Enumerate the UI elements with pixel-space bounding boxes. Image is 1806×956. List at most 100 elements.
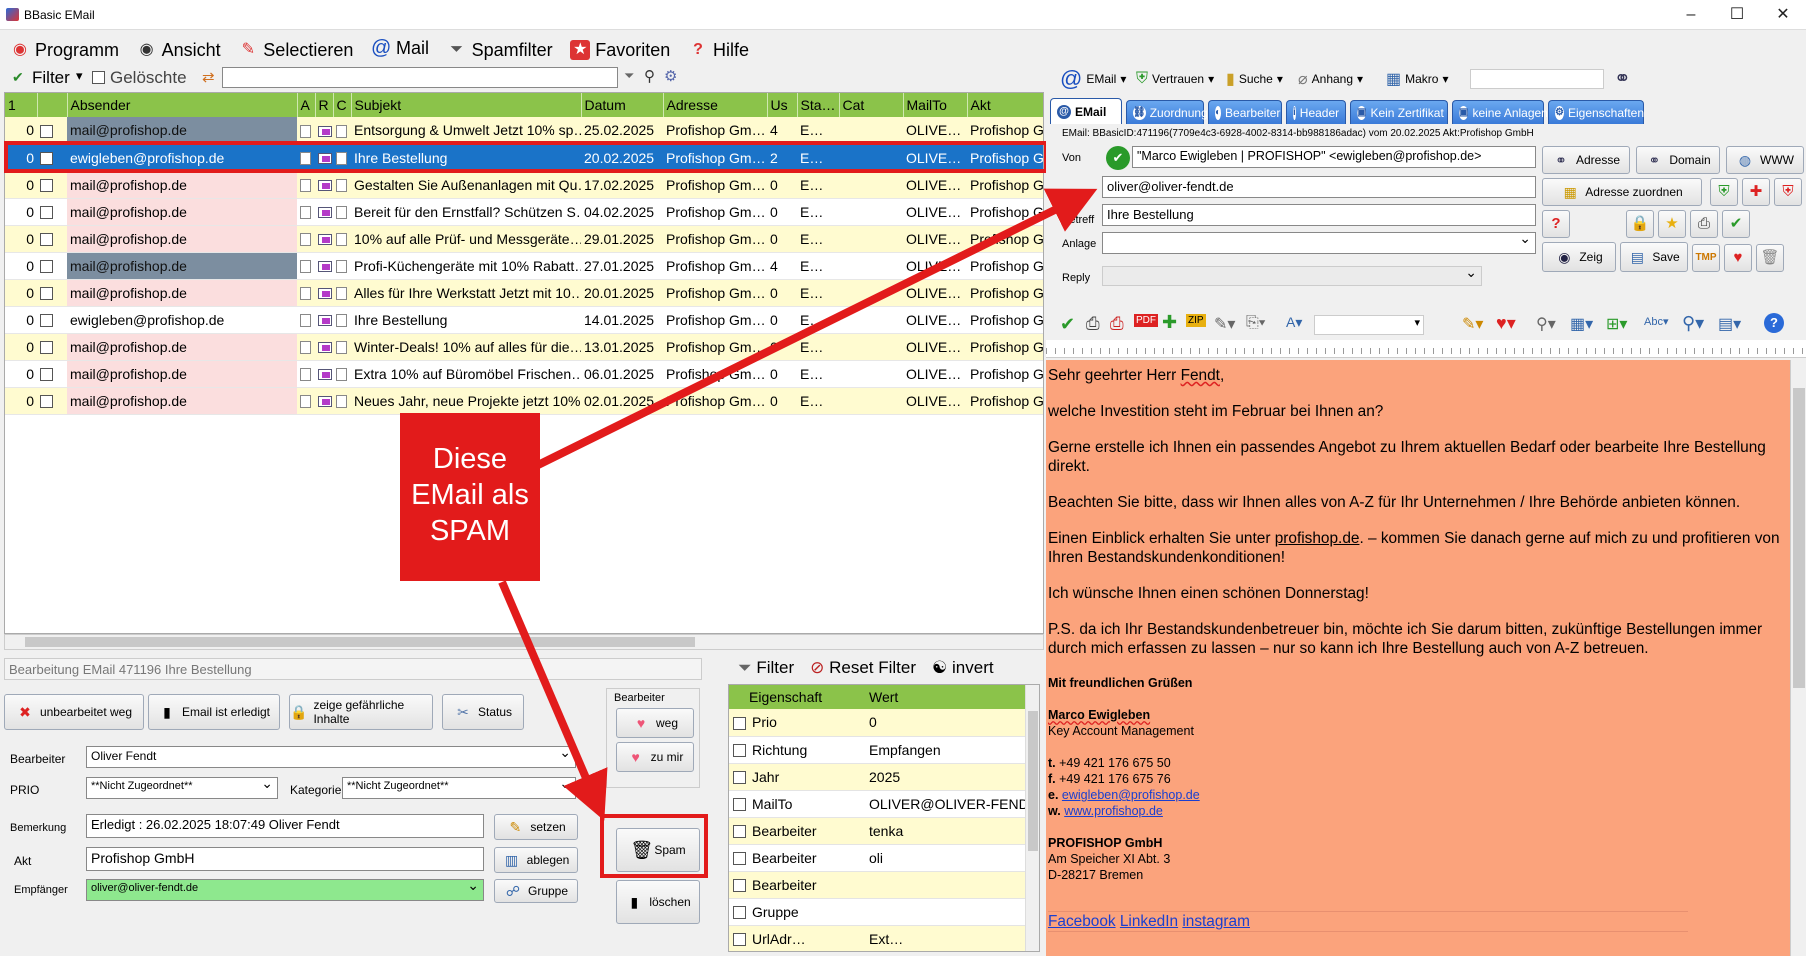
row-select-cell[interactable] bbox=[37, 252, 67, 280]
page-icon[interactable]: ▤▾ bbox=[1718, 314, 1741, 334]
font-select[interactable]: ▾ bbox=[1314, 315, 1424, 335]
tab-bearbeiter[interactable]: ◐ Bearbeiter bbox=[1208, 100, 1282, 124]
erledigt-button[interactable]: ▮ Email ist erledigt bbox=[148, 694, 280, 730]
property-row[interactable]: Prio 0 bbox=[729, 709, 1025, 737]
domain-button[interactable]: ⚭ Domain bbox=[1636, 146, 1720, 174]
star-icon[interactable]: ★ bbox=[1658, 210, 1686, 238]
row-checkbox[interactable] bbox=[40, 125, 53, 139]
search-icon[interactable]: ⚲ bbox=[644, 67, 655, 85]
von-field[interactable]: "Marco Ewigleben | PROFISHOP" <ewigleben… bbox=[1132, 146, 1536, 168]
property-row[interactable]: MailTo OLIVER@OLIVER-FENDT.DE bbox=[729, 790, 1025, 818]
setzen-button[interactable]: ✎ setzen bbox=[494, 814, 578, 840]
linkedin-link[interactable]: LinkedIn bbox=[1120, 913, 1178, 930]
binoculars-icon[interactable]: ⚭ bbox=[1614, 66, 1631, 91]
toolbar-search-input[interactable] bbox=[1470, 69, 1604, 89]
row-select-cell[interactable] bbox=[37, 333, 67, 361]
help-icon[interactable]: ? bbox=[1764, 313, 1784, 333]
row-select-cell[interactable] bbox=[37, 279, 67, 307]
edit-doc-icon[interactable]: ✎▾ bbox=[1214, 314, 1235, 334]
email-menu[interactable]: @ EMail ▾ bbox=[1060, 64, 1126, 94]
print-preview-icon[interactable]: ⎙ bbox=[1110, 314, 1124, 334]
gruppe-button[interactable]: ☍ Gruppe bbox=[494, 879, 578, 903]
betreff-field[interactable]: Ihre Bestellung bbox=[1102, 204, 1536, 226]
insert-doc-icon[interactable]: ⎘▾ bbox=[1246, 314, 1266, 332]
trust-plus-icon[interactable]: ✚ bbox=[1742, 178, 1770, 206]
makro-menu[interactable]: ▦ Makro ▾ bbox=[1386, 64, 1449, 94]
row-checkbox[interactable] bbox=[40, 368, 53, 382]
prio-select[interactable]: **Nicht Zugeordnet** bbox=[86, 777, 278, 799]
property-checkbox[interactable] bbox=[733, 798, 746, 812]
adresse-zuordnen-button[interactable]: ▦ Adresse zuordnen bbox=[1542, 178, 1702, 206]
anhang-menu[interactable]: ⌀ Anhang ▾ bbox=[1298, 64, 1363, 94]
bearbeiter-select[interactable]: Oliver Fendt bbox=[86, 746, 576, 768]
props-scrollbar[interactable] bbox=[1025, 685, 1039, 951]
question-icon[interactable]: ? bbox=[1542, 210, 1570, 238]
property-checkbox[interactable] bbox=[733, 906, 746, 920]
row-select-cell[interactable] bbox=[37, 387, 67, 415]
bemerkung-field[interactable]: Erledigt : 26.02.2025 18:07:49 Oliver Fe… bbox=[86, 814, 484, 838]
check-icon[interactable]: ✔ bbox=[1722, 210, 1750, 238]
reply-select[interactable] bbox=[1102, 266, 1482, 286]
profishop-link[interactable]: profishop.de bbox=[1275, 530, 1360, 547]
property-row[interactable]: Richtung Empfangen bbox=[729, 736, 1025, 764]
kategorie-select[interactable]: **Nicht Zugeordnet** bbox=[342, 777, 576, 799]
font-icon[interactable]: A▾ bbox=[1286, 314, 1302, 331]
property-row[interactable]: Bearbeiter oli bbox=[729, 844, 1025, 872]
table-row[interactable]: 0 mail@profishop.de Gestalten Sie Außenanl… bbox=[5, 171, 1043, 199]
akt-field[interactable]: Profishop GmbH bbox=[86, 847, 484, 871]
col-header[interactable]: Us bbox=[767, 93, 798, 117]
heart-icon[interactable]: ♥▾ bbox=[1496, 313, 1516, 334]
adresse-button[interactable]: ⚭ Adresse bbox=[1542, 146, 1630, 174]
col-header[interactable]: C bbox=[333, 93, 352, 117]
instagram-link[interactable]: instagram bbox=[1182, 913, 1250, 930]
col-header[interactable]: Subjekt bbox=[351, 93, 582, 117]
loeschen-button[interactable]: ▮ löschen bbox=[616, 880, 700, 924]
property-checkbox[interactable] bbox=[733, 744, 746, 758]
email-link[interactable]: ewigleben@profishop.de bbox=[1062, 788, 1200, 802]
property-row[interactable]: Bearbeiter tenka bbox=[729, 817, 1025, 845]
save-button[interactable]: ▤ Save bbox=[1620, 242, 1688, 272]
search-icon[interactable]: ⚲▾ bbox=[1536, 314, 1556, 334]
row-checkbox[interactable] bbox=[40, 179, 53, 193]
col-header[interactable]: R bbox=[315, 93, 334, 117]
col-header[interactable]: 1 bbox=[5, 93, 38, 117]
prop-filter[interactable]: ⏷ Filter bbox=[738, 658, 794, 678]
row-checkbox[interactable] bbox=[40, 341, 53, 355]
tab-kein-zertifikat[interactable]: ▣ Kein Zertifikat bbox=[1350, 100, 1448, 124]
property-checkbox[interactable] bbox=[733, 933, 746, 947]
row-checkbox[interactable] bbox=[40, 314, 53, 328]
table-row[interactable]: 0 mail@profishop.de Neues Jahr, neue Proje… bbox=[5, 387, 1043, 415]
email-body[interactable]: Sehr geehrter Herr Fendt, welche Investi… bbox=[1046, 360, 1790, 956]
refresh-icon[interactable]: ⇄ bbox=[202, 68, 215, 86]
property-checkbox[interactable] bbox=[733, 852, 746, 866]
table-row[interactable]: 0 ewigleben@profishop.de Ihre Bestellung 14… bbox=[5, 306, 1043, 334]
check-icon[interactable]: ✔ bbox=[1060, 314, 1075, 335]
row-checkbox[interactable] bbox=[40, 260, 53, 274]
col-header[interactable]: Sta… bbox=[797, 93, 840, 117]
www-button[interactable]: ◍ WWW bbox=[1726, 146, 1804, 174]
suche-menu[interactable]: ▮ Suche ▾ bbox=[1226, 64, 1283, 94]
web-link[interactable]: www.profishop.de bbox=[1064, 804, 1163, 818]
an-field[interactable]: oliver@oliver-fendt.de bbox=[1102, 176, 1536, 198]
heart-icon[interactable]: ♥ bbox=[1724, 244, 1752, 272]
property-row[interactable]: Jahr 2025 bbox=[729, 763, 1025, 791]
scrollbar-thumb[interactable] bbox=[25, 637, 695, 647]
tab-keine-anlagen[interactable]: ▣ keine Anlagen bbox=[1452, 100, 1548, 124]
empfaenger-select[interactable]: oliver@oliver-fendt.de bbox=[86, 879, 484, 901]
zumir-button[interactable]: ♥ zu mir bbox=[616, 742, 694, 772]
funnel-icon[interactable]: ⏷ bbox=[624, 68, 634, 84]
weg-button[interactable]: ♥ weg bbox=[616, 708, 694, 738]
trash-icon[interactable]: 🗑 bbox=[1756, 244, 1784, 272]
trust-shield-icon[interactable]: ⛨ bbox=[1710, 178, 1738, 206]
tab-eigenschaften[interactable]: ⚙ Eigenschaften bbox=[1548, 100, 1644, 124]
print-icon[interactable]: ⎙ bbox=[1086, 314, 1100, 334]
col-header[interactable]: Akt bbox=[967, 93, 1043, 117]
minimize-button[interactable]: – bbox=[1668, 0, 1714, 30]
col-header[interactable]: Datum bbox=[581, 93, 664, 117]
gefaehrlich-button[interactable]: 🔒 zeige gefährliche Inhalte bbox=[289, 694, 433, 730]
row-select-cell[interactable] bbox=[37, 117, 67, 145]
spellcheck-icon[interactable]: Abc▾ bbox=[1644, 315, 1668, 328]
row-select-cell[interactable] bbox=[37, 306, 67, 334]
tab-header[interactable]: i Header bbox=[1286, 100, 1346, 124]
property-row[interactable]: Gruppe bbox=[729, 898, 1025, 926]
